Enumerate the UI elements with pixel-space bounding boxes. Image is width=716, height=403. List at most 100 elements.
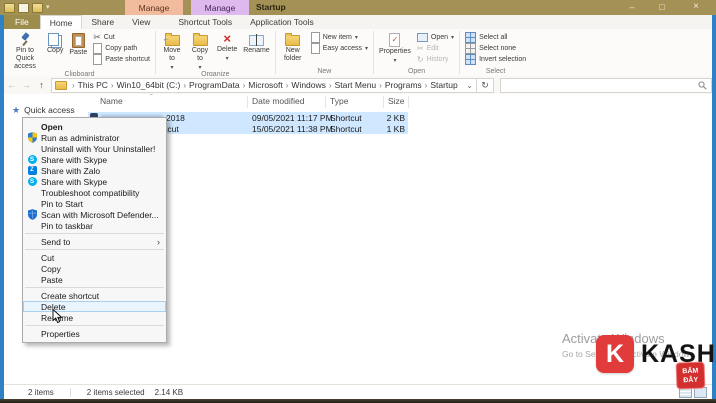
- folder-icon[interactable]: [4, 2, 15, 13]
- title-bar: ▾ Manage Manage Startup – □ ×: [0, 0, 716, 15]
- rename-icon: [248, 34, 264, 46]
- column-divider[interactable]: [408, 96, 409, 108]
- menu-item-run-as-administrator[interactable]: Run as administrator: [23, 132, 166, 143]
- menu-item-send-to[interactable]: Send to ›: [23, 236, 166, 247]
- menu-item-copy[interactable]: Copy: [23, 263, 166, 274]
- edit-button[interactable]: ✂ Edit: [414, 43, 457, 54]
- customize-toolbar-dropdown-icon[interactable]: ▾: [46, 4, 50, 11]
- delete-button[interactable]: × Delete ▾: [214, 30, 240, 62]
- column-type[interactable]: Type: [330, 96, 348, 106]
- cut-button[interactable]: ✂ Cut: [90, 32, 153, 43]
- delete-icon: ×: [223, 31, 231, 46]
- forward-icon[interactable]: →: [19, 80, 34, 90]
- dropdown-arrow-icon: ▾: [451, 35, 455, 41]
- new-folder-button[interactable]: New folder: [278, 30, 308, 63]
- copy-button[interactable]: Copy: [44, 30, 66, 55]
- breadcrumb-start-menu[interactable]: Start Menu: [333, 80, 379, 90]
- dropdown-arrow-icon: ▾: [225, 56, 229, 63]
- breadcrumb-startup[interactable]: Startup: [428, 80, 459, 90]
- context-menu: Open Run as administrator Uninstall with…: [22, 117, 167, 343]
- menu-item-uninstall[interactable]: Uninstall with Your Uninstaller!: [23, 143, 166, 154]
- column-size[interactable]: Size: [388, 96, 405, 106]
- window-border-bottom: [0, 399, 716, 403]
- menu-item-create-shortcut[interactable]: Create shortcut: [23, 290, 166, 301]
- move-to-button[interactable]: ← Move to ▾: [158, 30, 186, 71]
- menu-item-properties[interactable]: Properties: [23, 328, 166, 339]
- tab-view[interactable]: View: [123, 15, 159, 29]
- select-none-icon: [465, 43, 477, 54]
- quick-access-toolbar: ▾: [0, 2, 50, 13]
- new-folder-shortcut-icon[interactable]: [32, 2, 43, 13]
- menu-item-delete[interactable]: Delete: [23, 301, 166, 312]
- menu-label: Troubleshoot compatibility: [41, 187, 140, 198]
- breadcrumb-drive[interactable]: Win10_64bit (C:): [115, 80, 183, 90]
- tab-share[interactable]: Share: [82, 15, 123, 29]
- mouse-cursor: [52, 308, 63, 329]
- column-name[interactable]: Name: [100, 96, 123, 106]
- dropdown-arrow-icon: ▾: [365, 46, 369, 52]
- status-divider: [69, 387, 71, 397]
- invert-selection-button[interactable]: Invert selection: [462, 54, 529, 65]
- menu-item-open[interactable]: Open: [23, 121, 166, 132]
- menu-item-share-with-skype[interactable]: S Share with Skype: [23, 154, 166, 165]
- paste-button[interactable]: Paste: [66, 30, 90, 57]
- menu-label: Pin to Start: [41, 198, 84, 209]
- column-divider[interactable]: [383, 96, 384, 108]
- menu-item-pin-to-taskbar[interactable]: Pin to taskbar: [23, 220, 166, 231]
- tab-file[interactable]: File: [4, 15, 40, 29]
- select-all-button[interactable]: Select all: [462, 32, 529, 43]
- new-folder-icon: [285, 33, 301, 46]
- back-icon[interactable]: ←: [4, 80, 19, 90]
- breadcrumb[interactable]: › This PC › Win10_64bit (C:) › ProgramDa…: [51, 77, 477, 93]
- new-folder-label: New folder: [283, 47, 302, 63]
- breadcrumb-programdata[interactable]: ProgramData: [187, 80, 242, 90]
- history-button[interactable]: ↻ History: [414, 54, 457, 65]
- menu-item-rename[interactable]: Rename: [23, 312, 166, 323]
- select-group-label: Select: [485, 68, 506, 75]
- open-button[interactable]: Open ▾: [414, 32, 457, 43]
- breadcrumb-windows[interactable]: Windows: [289, 80, 327, 90]
- select-none-button[interactable]: Select none: [462, 43, 529, 54]
- menu-item-cut[interactable]: Cut: [23, 252, 166, 263]
- properties-button[interactable]: ✓ Properties ▾: [376, 30, 414, 64]
- menu-label: Properties: [41, 328, 80, 339]
- maximize-button[interactable]: □: [650, 0, 674, 15]
- quick-access-label: Quick access: [24, 105, 75, 115]
- address-dropdown-icon[interactable]: ⌄: [466, 81, 473, 90]
- copy-path-button[interactable]: Copy path: [90, 43, 153, 54]
- column-date-modified[interactable]: Date modified: [252, 96, 304, 106]
- breadcrumb-microsoft[interactable]: Microsoft: [246, 80, 284, 90]
- minimize-button[interactable]: –: [620, 0, 644, 15]
- tab-shortcut-tools[interactable]: Shortcut Tools: [169, 15, 241, 29]
- search-input[interactable]: [500, 77, 712, 93]
- refresh-icon[interactable]: ↻: [477, 77, 494, 93]
- tab-home[interactable]: Home: [39, 15, 83, 29]
- badge-line-2: ĐÂY: [683, 376, 699, 385]
- ribbon: Pin to Quick access Copy Paste ✂ Cut Cop…: [4, 29, 712, 78]
- up-icon[interactable]: ↑: [34, 80, 49, 90]
- column-divider[interactable]: [325, 96, 326, 108]
- menu-item-pin-to-start[interactable]: Pin to Start: [23, 198, 166, 209]
- menu-item-share-with-zalo[interactable]: Z Share with Zalo: [23, 165, 166, 176]
- tab-application-tools[interactable]: Application Tools: [241, 15, 323, 29]
- file-type: Shortcut: [330, 113, 362, 123]
- breadcrumb-programs[interactable]: Programs: [383, 80, 424, 90]
- close-button[interactable]: ×: [684, 0, 708, 15]
- menu-label: Pin to taskbar: [41, 220, 93, 231]
- menu-item-paste[interactable]: Paste: [23, 274, 166, 285]
- click-here-badge[interactable]: BẤM ĐÂY: [675, 361, 706, 390]
- pin-to-quick-access-button[interactable]: Pin to Quick access: [6, 30, 44, 71]
- column-divider[interactable]: [247, 96, 248, 108]
- breadcrumb-this-pc[interactable]: This PC: [76, 80, 110, 90]
- easy-access-button[interactable]: Easy access ▾: [308, 43, 371, 54]
- sidebar-item-quick-access[interactable]: ★ Quick access: [12, 105, 75, 115]
- menu-item-troubleshoot-compatibility[interactable]: Troubleshoot compatibility: [23, 187, 166, 198]
- paste-shortcut-button[interactable]: Paste shortcut: [90, 54, 153, 65]
- new-item-button[interactable]: New item ▾: [308, 32, 371, 43]
- zalo-icon: Z: [27, 166, 37, 175]
- menu-item-share-with-skype-2[interactable]: S Share with Skype: [23, 176, 166, 187]
- rename-button[interactable]: Rename: [240, 30, 272, 55]
- copy-to-button[interactable]: Copy to ▾: [186, 30, 214, 71]
- menu-item-scan-with-defender[interactable]: Scan with Microsoft Defender...: [23, 209, 166, 220]
- properties-shortcut-icon[interactable]: [18, 2, 29, 13]
